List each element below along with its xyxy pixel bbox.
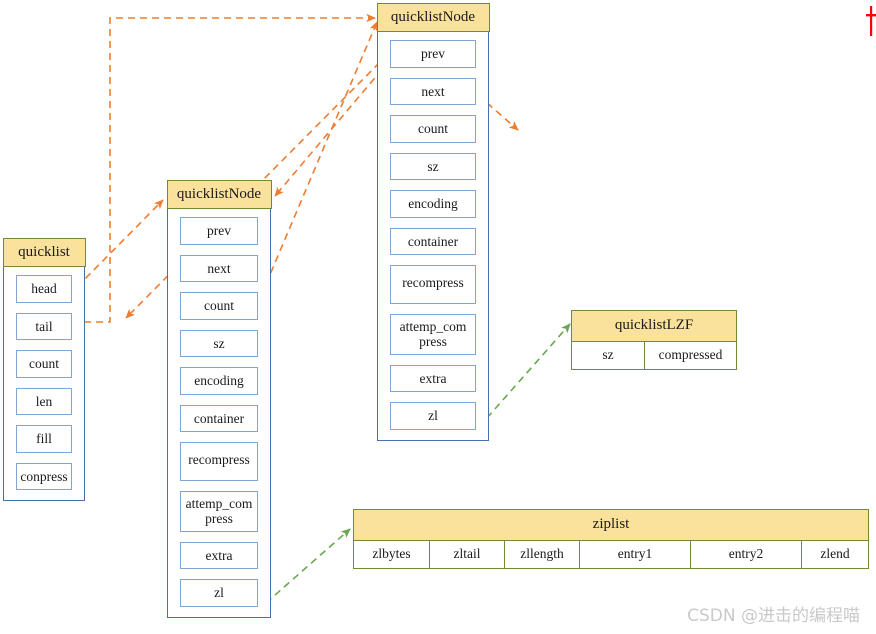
field-fill[interactable]: fill xyxy=(16,425,72,453)
arrow-node2-zl-to-quicklistlzf xyxy=(478,323,571,428)
field-attemp-compress-line1: attemp_com xyxy=(399,318,467,334)
field-recompress[interactable]: recompress xyxy=(180,442,258,481)
quicklistlzf-block[interactable]: quicklistLZF sz compressed xyxy=(571,310,737,370)
ziplist-block[interactable]: ziplist zlbytes zltail zllength entry1 e… xyxy=(353,509,869,569)
cell-zltail[interactable]: zltail xyxy=(430,541,505,568)
field-zl[interactable]: zl xyxy=(180,579,258,607)
cell-zllength[interactable]: zllength xyxy=(505,541,580,568)
field-extra[interactable]: extra xyxy=(180,541,258,570)
field-attemp-compress[interactable]: attemp_com press xyxy=(180,490,258,532)
ziplist-title: ziplist xyxy=(354,510,868,541)
field-count[interactable]: count xyxy=(16,350,72,378)
field-sz[interactable]: sz xyxy=(390,152,476,181)
arrow-node2-to-node1-title xyxy=(274,59,391,197)
field-len[interactable]: len xyxy=(16,387,72,416)
diagram-canvas: quicklist head tail count len fill conpr… xyxy=(0,0,876,634)
field-extra[interactable]: extra xyxy=(390,364,476,393)
arrow-head-to-node1-title xyxy=(76,199,164,288)
field-recompress[interactable]: recompress xyxy=(390,265,476,304)
field-prev[interactable]: prev xyxy=(390,40,476,68)
cell-entry1[interactable]: entry1 xyxy=(580,541,691,568)
cell-entry2[interactable]: entry2 xyxy=(691,541,802,568)
quicklist-fields: head tail count len fill conpress xyxy=(4,267,84,500)
field-count[interactable]: count xyxy=(180,292,258,320)
field-attemp-compress-line1: attemp_com xyxy=(185,495,253,511)
field-attemp-compress-line2: press xyxy=(419,334,447,350)
quicklistlzf-cells: sz compressed xyxy=(572,342,736,369)
field-zl[interactable]: zl xyxy=(390,402,476,430)
field-tail[interactable]: tail xyxy=(16,312,72,341)
quicklist-title: quicklist xyxy=(2,237,86,267)
field-sz[interactable]: sz xyxy=(180,329,258,358)
field-attemp-compress[interactable]: attemp_com press xyxy=(390,313,476,355)
red-cursor-mark xyxy=(866,6,876,36)
arrow-node1-zl-to-ziplist xyxy=(265,528,351,604)
quicklistlzf-title: quicklistLZF xyxy=(572,311,736,342)
quicklistnode-1-fields: prev next count sz encoding container re… xyxy=(168,209,270,617)
quicklistnode-2-struct[interactable]: quicklistNode prev next count sz encodin… xyxy=(376,2,490,441)
cell-compressed[interactable]: compressed xyxy=(645,342,736,369)
quicklistnode-2-fields: prev next count sz encoding container re… xyxy=(378,32,488,440)
quicklistnode-2-title: quicklistNode xyxy=(376,2,490,32)
field-next[interactable]: next xyxy=(390,77,476,106)
field-encoding[interactable]: encoding xyxy=(180,367,258,395)
quicklistnode-1-struct[interactable]: quicklistNode prev next count sz encodin… xyxy=(166,179,272,618)
ziplist-cells: zlbytes zltail zllength entry1 entry2 zl… xyxy=(354,541,868,568)
field-next[interactable]: next xyxy=(180,254,258,283)
cell-zlbytes[interactable]: zlbytes xyxy=(354,541,430,568)
csdn-watermark: CSDN @进击的编程喵 xyxy=(687,606,860,626)
field-head[interactable]: head xyxy=(16,275,72,303)
quicklist-struct[interactable]: quicklist head tail count len fill conpr… xyxy=(2,237,86,502)
quicklistnode-1-title: quicklistNode xyxy=(166,179,272,209)
cell-sz[interactable]: sz xyxy=(572,342,645,369)
field-count[interactable]: count xyxy=(390,115,476,143)
field-encoding[interactable]: encoding xyxy=(390,190,476,218)
field-container[interactable]: container xyxy=(390,227,476,256)
arrow-node1-next-to-node2-title xyxy=(265,21,378,285)
cell-zlend[interactable]: zlend xyxy=(802,541,868,568)
field-conpress[interactable]: conpress xyxy=(16,462,72,491)
field-prev[interactable]: prev xyxy=(180,217,258,245)
field-attemp-compress-line2: press xyxy=(205,511,233,527)
field-container[interactable]: container xyxy=(180,404,258,433)
